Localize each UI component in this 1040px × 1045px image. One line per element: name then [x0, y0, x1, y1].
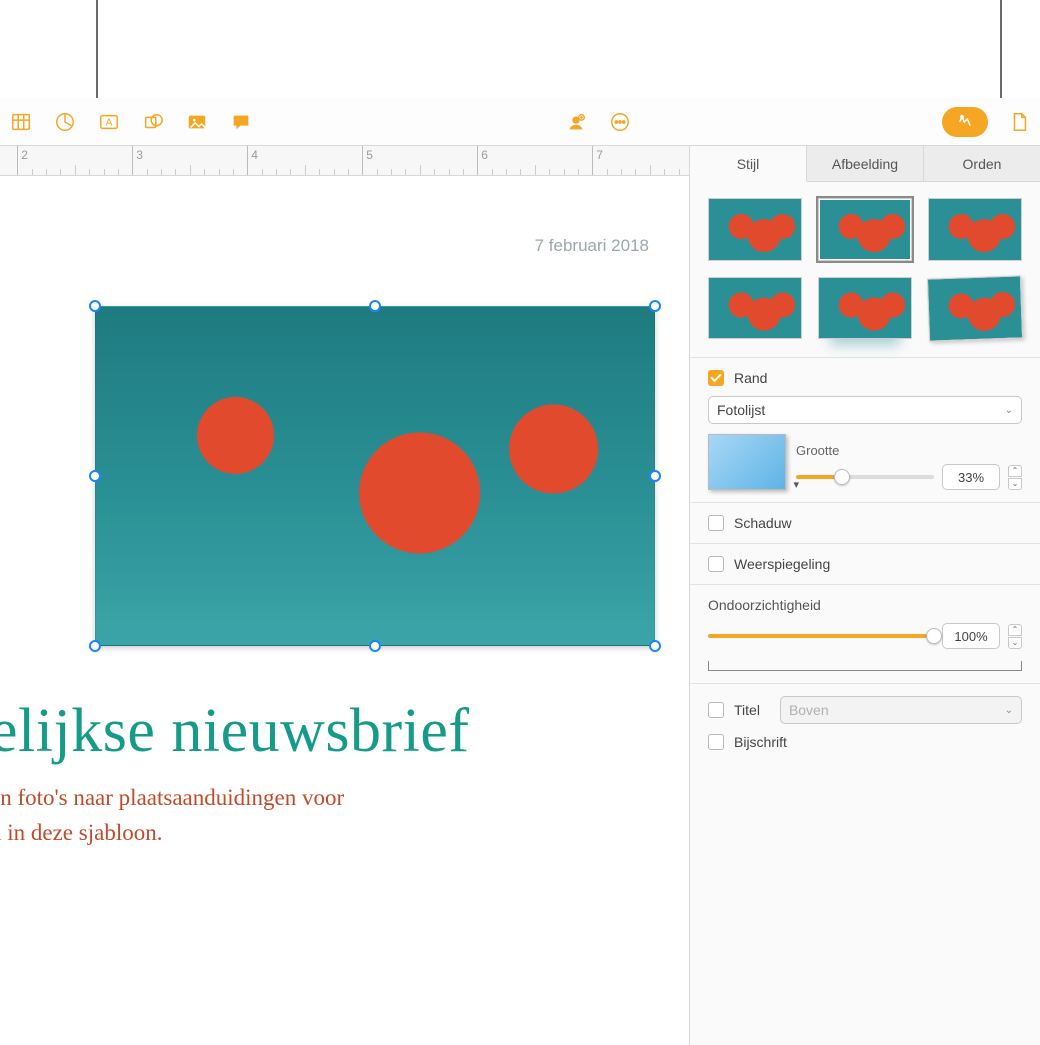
shape-icon[interactable] — [140, 109, 166, 135]
border-checkbox[interactable] — [708, 370, 724, 386]
resize-handle-ml[interactable] — [89, 470, 101, 482]
resize-handle-mr[interactable] — [649, 470, 661, 482]
chevron-down-icon: ⌄ — [1005, 405, 1013, 416]
more-icon[interactable] — [607, 109, 633, 135]
border-type-select[interactable]: Fotolijst ⌄ — [708, 396, 1022, 424]
opacity-bracket — [708, 661, 1022, 671]
border-size-stepper[interactable]: ⌃⌄ — [1008, 465, 1022, 490]
shadow-label: Schaduw — [734, 515, 792, 531]
subtext-line1: en foto's naar plaatsaanduidingen voor — [0, 785, 344, 810]
table-icon[interactable] — [8, 109, 34, 135]
subtext[interactable]: en foto's naar plaatsaanduidingen voor n… — [0, 781, 344, 850]
resize-handle-tc[interactable] — [369, 300, 381, 312]
style-thumb-6[interactable] — [927, 275, 1023, 341]
document-icon[interactable] — [1006, 109, 1032, 135]
style-thumbnails — [690, 182, 1040, 357]
reflection-section: Weerspiegeling — [690, 543, 1040, 584]
frame-preview[interactable] — [708, 434, 786, 490]
shadow-section: Schaduw — [690, 502, 1040, 543]
title-caption-section: Titel Boven ⌄ Bijschrift — [690, 683, 1040, 762]
title-checkbox[interactable] — [708, 702, 724, 718]
opacity-stepper[interactable]: ⌃⌄ — [1008, 624, 1022, 649]
image-content — [95, 306, 655, 646]
ruler[interactable]: 234567 — [0, 146, 689, 176]
headline-text[interactable]: elijkse nieuwsbrief — [0, 696, 470, 767]
media-icon[interactable] — [184, 109, 210, 135]
shadow-checkbox[interactable] — [708, 515, 724, 531]
border-size-slider[interactable] — [796, 475, 934, 479]
text-icon[interactable]: A — [96, 109, 122, 135]
style-thumb-5[interactable] — [818, 277, 912, 340]
caption-checkbox[interactable] — [708, 734, 724, 750]
border-size-value[interactable]: 33% — [942, 464, 1000, 490]
inspector-panel: Stijl Afbeelding Orden Rand — [690, 146, 1040, 1045]
title-position-value: Boven — [789, 702, 829, 718]
toolbar: A — [0, 98, 1040, 146]
border-type-value: Fotolijst — [717, 402, 765, 418]
style-thumb-1[interactable] — [708, 198, 802, 261]
resize-handle-bl[interactable] — [89, 640, 101, 652]
chart-icon[interactable] — [52, 109, 78, 135]
resize-handle-br[interactable] — [649, 640, 661, 652]
subtext-line2: n in deze sjabloon. — [0, 820, 162, 845]
opacity-slider[interactable] — [708, 634, 934, 638]
border-label: Rand — [734, 370, 767, 386]
app-window: A — [0, 98, 1040, 1045]
comment-icon[interactable] — [228, 109, 254, 135]
opacity-label: Ondoorzichtigheid — [708, 597, 1022, 613]
collab-icon[interactable] — [563, 109, 589, 135]
svg-text:A: A — [106, 117, 113, 128]
resize-handle-tr[interactable] — [649, 300, 661, 312]
tab-image[interactable]: Afbeelding — [807, 146, 924, 181]
tab-arrange[interactable]: Orden — [924, 146, 1040, 181]
selected-image[interactable] — [95, 306, 655, 646]
tab-style[interactable]: Stijl — [690, 146, 807, 182]
title-position-select[interactable]: Boven ⌄ — [780, 696, 1022, 724]
date-text: 7 februari 2018 — [535, 236, 649, 256]
opacity-value[interactable]: 100% — [942, 623, 1000, 649]
format-button[interactable] — [942, 107, 988, 137]
resize-handle-tl[interactable] — [89, 300, 101, 312]
border-size-label: Grootte — [796, 443, 1022, 458]
style-thumb-2[interactable] — [818, 198, 912, 261]
caption-label: Bijschrift — [734, 734, 787, 750]
reflection-checkbox[interactable] — [708, 556, 724, 572]
title-label: Titel — [734, 702, 760, 718]
style-thumb-4[interactable] — [708, 277, 802, 340]
style-thumb-3[interactable] — [928, 198, 1022, 261]
chevron-down-icon: ⌄ — [1005, 705, 1013, 716]
document-canvas[interactable]: 7 februari 2018 elijkse nieuwsbrief en f… — [0, 176, 689, 1045]
border-section: Rand Fotolijst ⌄ Grootte 33% — [690, 357, 1040, 502]
callout-line-right — [1000, 0, 1002, 108]
opacity-section: Ondoorzichtigheid 100% ⌃⌄ — [690, 584, 1040, 661]
reflection-label: Weerspiegeling — [734, 556, 830, 572]
resize-handle-bc[interactable] — [369, 640, 381, 652]
canvas-column: 234567 7 februari 2018 elijkse nieuwsbri… — [0, 146, 690, 1045]
inspector-tabs: Stijl Afbeelding Orden — [690, 146, 1040, 182]
